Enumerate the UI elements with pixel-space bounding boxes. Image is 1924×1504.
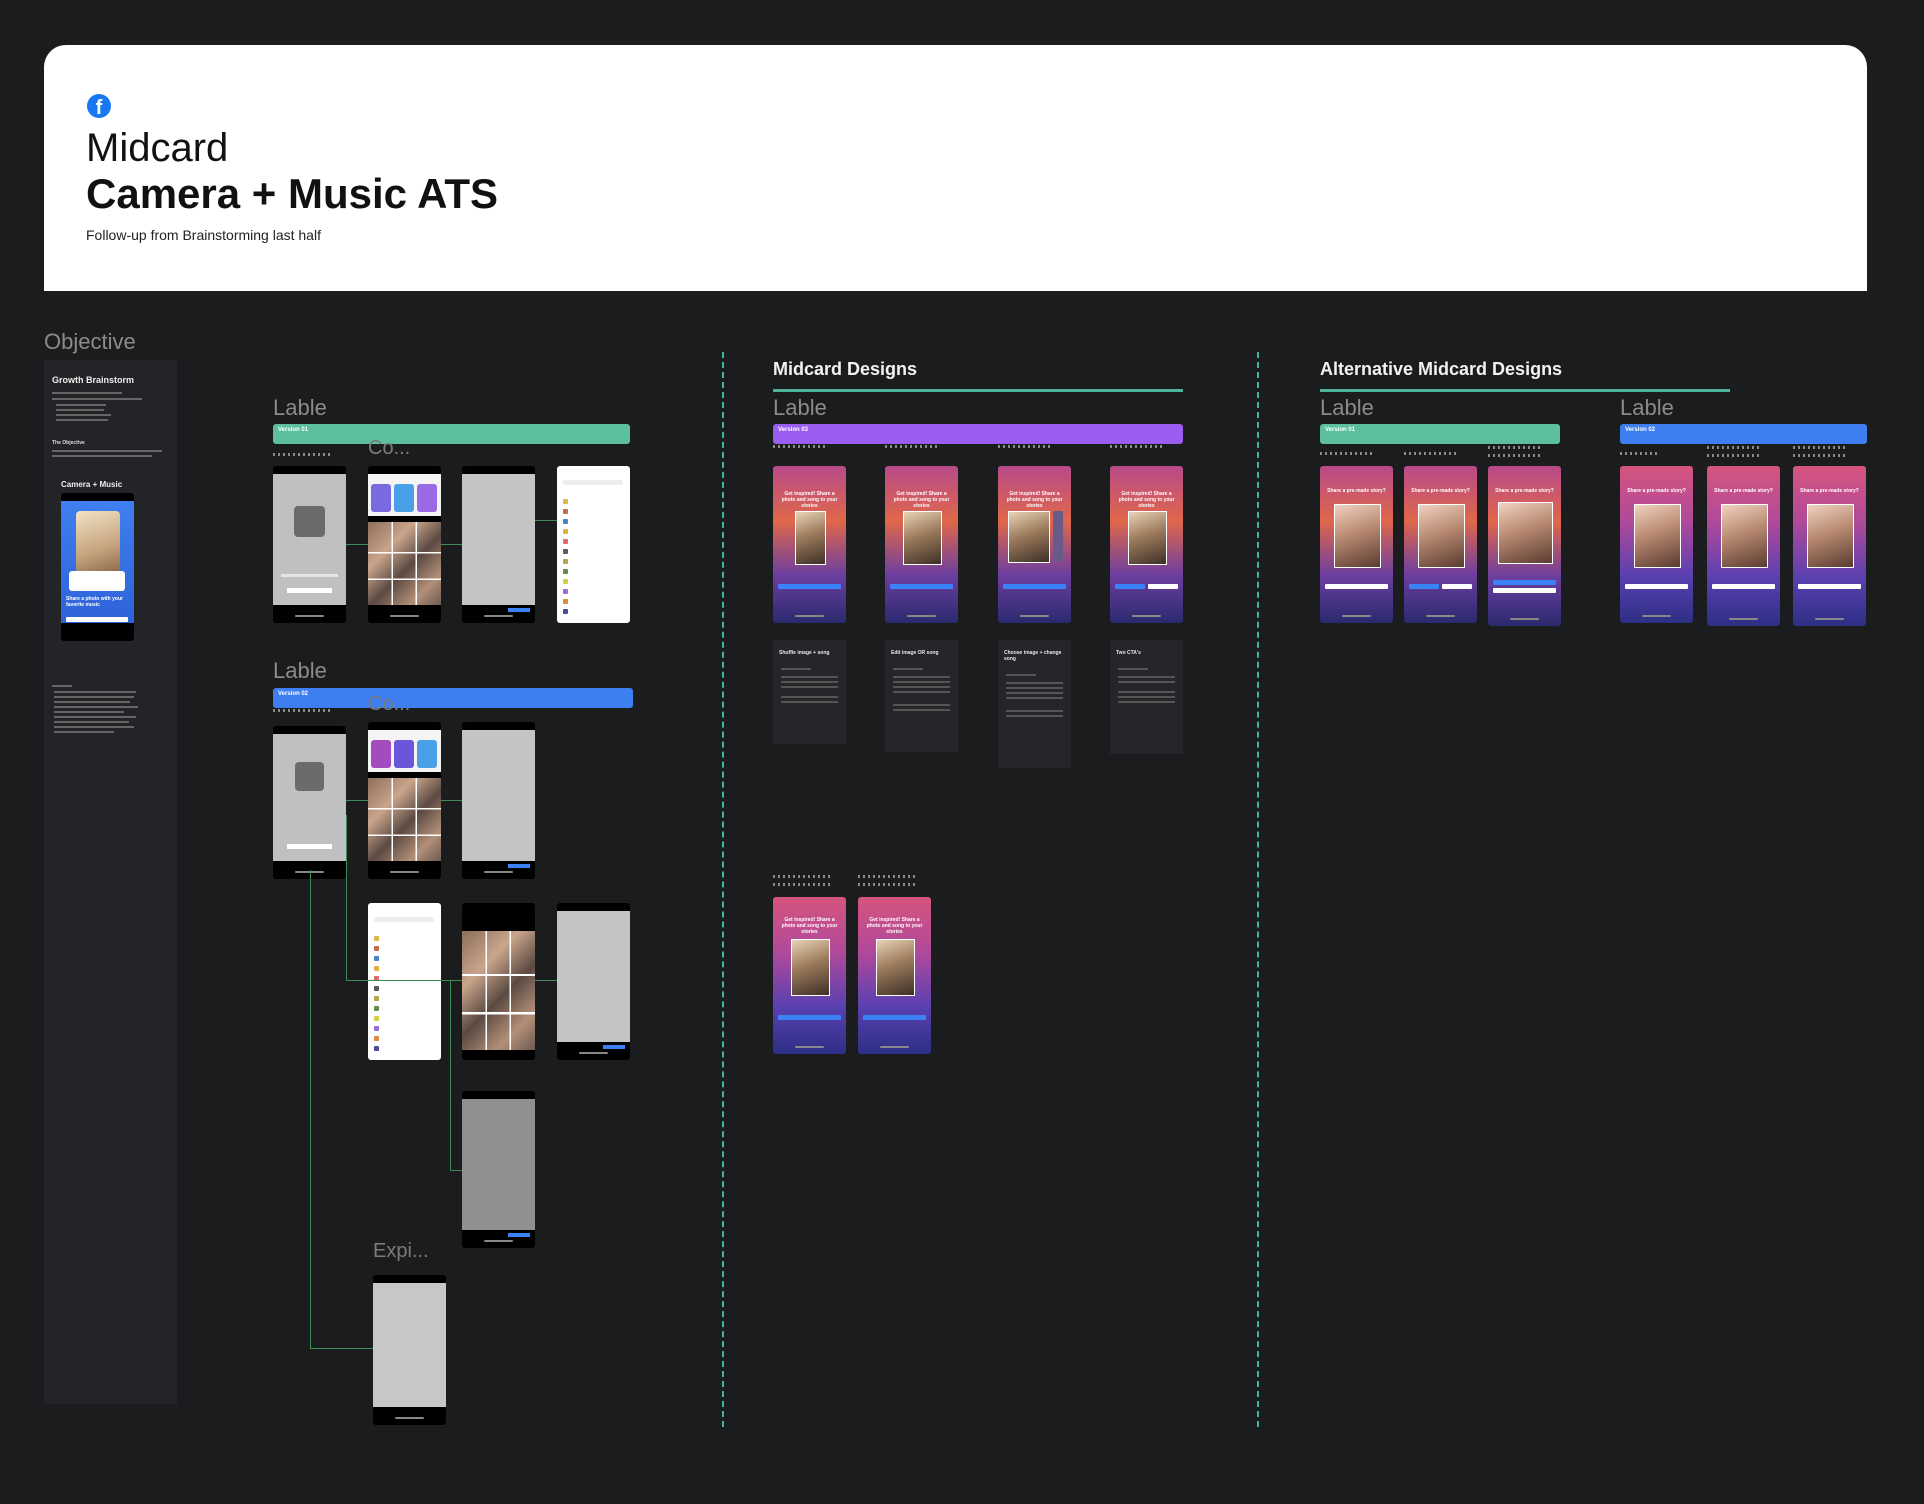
truncated-label: Expi...	[373, 1240, 429, 1262]
objective-label: Objective	[44, 329, 136, 354]
alt-midcard-phone: Share a pre-made story?	[1320, 466, 1393, 623]
version-bar: Version 01	[1320, 424, 1560, 444]
alt-midcard-phone: Share a pre-made story?	[1404, 466, 1477, 623]
truncated-label: Co...	[368, 693, 411, 715]
lable-v2-flow: Lable	[273, 658, 327, 683]
camera-music-prompt: Share a photo with your favorite music	[66, 596, 123, 608]
midcard-edit-phone: Get inspired! Share a photo and song to …	[885, 466, 958, 623]
phone-frame	[462, 903, 535, 1060]
phone-frame	[557, 903, 630, 1060]
description-card: Choose image + change song	[998, 640, 1071, 768]
midcard-phone: Get inspired! Share a photo and song to …	[773, 897, 846, 1054]
objective-heading: Growth Brainstorm	[52, 375, 135, 385]
midcard-two-cta-phone: Get inspired! Share a photo and song to …	[1110, 466, 1183, 623]
alternative-designs-title: Alternative Midcard Designs	[1320, 359, 1563, 379]
version-bar: Version 02	[1620, 424, 1867, 444]
version-bar: Version 01	[273, 424, 630, 444]
description-card: Two CTA's	[1110, 640, 1183, 754]
phone-frame	[368, 722, 441, 879]
phone-frame	[273, 466, 346, 623]
phone-frame	[462, 466, 535, 623]
phone-frame	[462, 722, 535, 879]
truncated-label: Co...	[368, 437, 411, 459]
alt-midcard-phone: Share a pre-made story?	[1707, 466, 1780, 626]
midcard-phone: Get inspired! Share a photo and song to …	[858, 897, 931, 1054]
page-title: Camera + Music ATS	[86, 170, 498, 217]
phone-frame	[373, 1275, 446, 1425]
lable-alt-v2: Lable	[1620, 395, 1674, 420]
camera-music-phone: Share a photo with your favorite music	[61, 493, 134, 641]
phone-frame	[462, 1091, 535, 1248]
camera-music-title: Camera + Music	[61, 480, 123, 489]
phone-frame	[273, 726, 346, 879]
midcard-choose-phone: Get inspired! Share a photo and song to …	[998, 466, 1071, 623]
phone-frame	[368, 466, 441, 623]
lable-v1-flow: Lable	[273, 395, 327, 420]
midcard-designs-title: Midcard Designs	[773, 359, 918, 379]
goal-heading: The Objective	[52, 440, 85, 446]
section-divider	[1257, 352, 1259, 1427]
song-list-screen	[557, 466, 630, 623]
version-bar: Version 02	[273, 688, 633, 708]
version-bar: Version 03	[773, 424, 1183, 444]
objective-panel: Growth Brainstorm The Objective Camera +…	[44, 360, 177, 1404]
header-card	[44, 45, 1867, 291]
midcard-shuffle-phone: Get inspired! Share a photo and song to …	[773, 466, 846, 623]
alt-midcard-phone: Share a pre-made story?	[1488, 466, 1561, 626]
lable-midcard: Lable	[773, 395, 827, 420]
lable-alt-v1: Lable	[1320, 395, 1374, 420]
description-card: Edit image OR song	[885, 640, 958, 752]
song-list-screen	[368, 903, 441, 1060]
page-subtitle: Follow-up from Brainstorming last half	[86, 227, 321, 243]
alt-midcard-phone: Share a pre-made story?	[1793, 466, 1866, 626]
project-name: Midcard	[86, 126, 229, 170]
section-divider	[722, 352, 724, 1427]
description-card: Shuffle image + song	[773, 640, 846, 744]
facebook-icon: f	[87, 94, 111, 118]
alt-midcard-phone: Share a pre-made story?	[1620, 466, 1693, 623]
